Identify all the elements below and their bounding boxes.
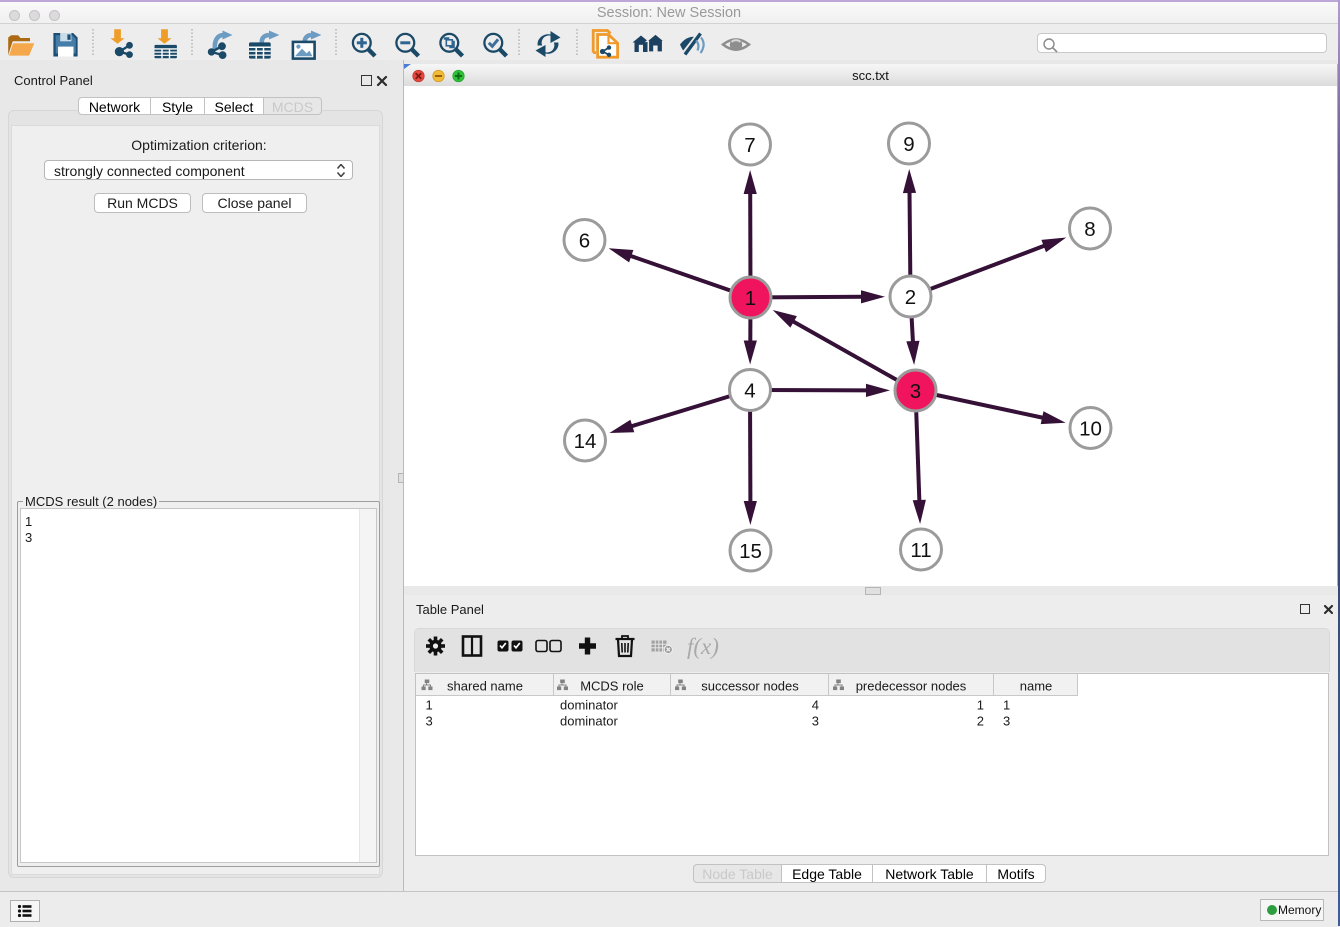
svg-text:6: 6 <box>579 229 590 252</box>
svg-text:2: 2 <box>905 286 916 309</box>
svg-text:3: 3 <box>1003 714 1010 729</box>
svg-text:1: 1 <box>977 698 984 713</box>
svg-text:3: 3 <box>426 714 433 729</box>
svg-text:7: 7 <box>744 134 755 157</box>
svg-text:15: 15 <box>739 540 762 563</box>
svg-text:14: 14 <box>574 430 597 453</box>
svg-text:4: 4 <box>744 379 755 402</box>
svg-text:4: 4 <box>812 698 819 713</box>
svg-text:8: 8 <box>1084 218 1095 241</box>
svg-text:2: 2 <box>977 714 984 729</box>
svg-text:1: 1 <box>426 698 433 713</box>
svg-text:shared name: shared name <box>447 679 523 694</box>
svg-text:1: 1 <box>745 287 756 310</box>
svg-text:9: 9 <box>903 133 914 156</box>
svg-text:11: 11 <box>910 539 931 562</box>
svg-text:name: name <box>1020 679 1053 694</box>
svg-text:dominator: dominator <box>560 714 618 729</box>
svg-text:f(x): f(x) <box>687 634 719 659</box>
svg-text:dominator: dominator <box>560 698 618 713</box>
svg-text:3: 3 <box>812 714 819 729</box>
svg-text:successor nodes: successor nodes <box>701 679 799 694</box>
svg-text:MCDS role: MCDS role <box>580 679 644 694</box>
svg-text:1: 1 <box>1003 698 1010 713</box>
svg-text:predecessor nodes: predecessor nodes <box>856 679 967 694</box>
svg-text:3: 3 <box>910 380 921 403</box>
svg-text:10: 10 <box>1079 417 1102 440</box>
